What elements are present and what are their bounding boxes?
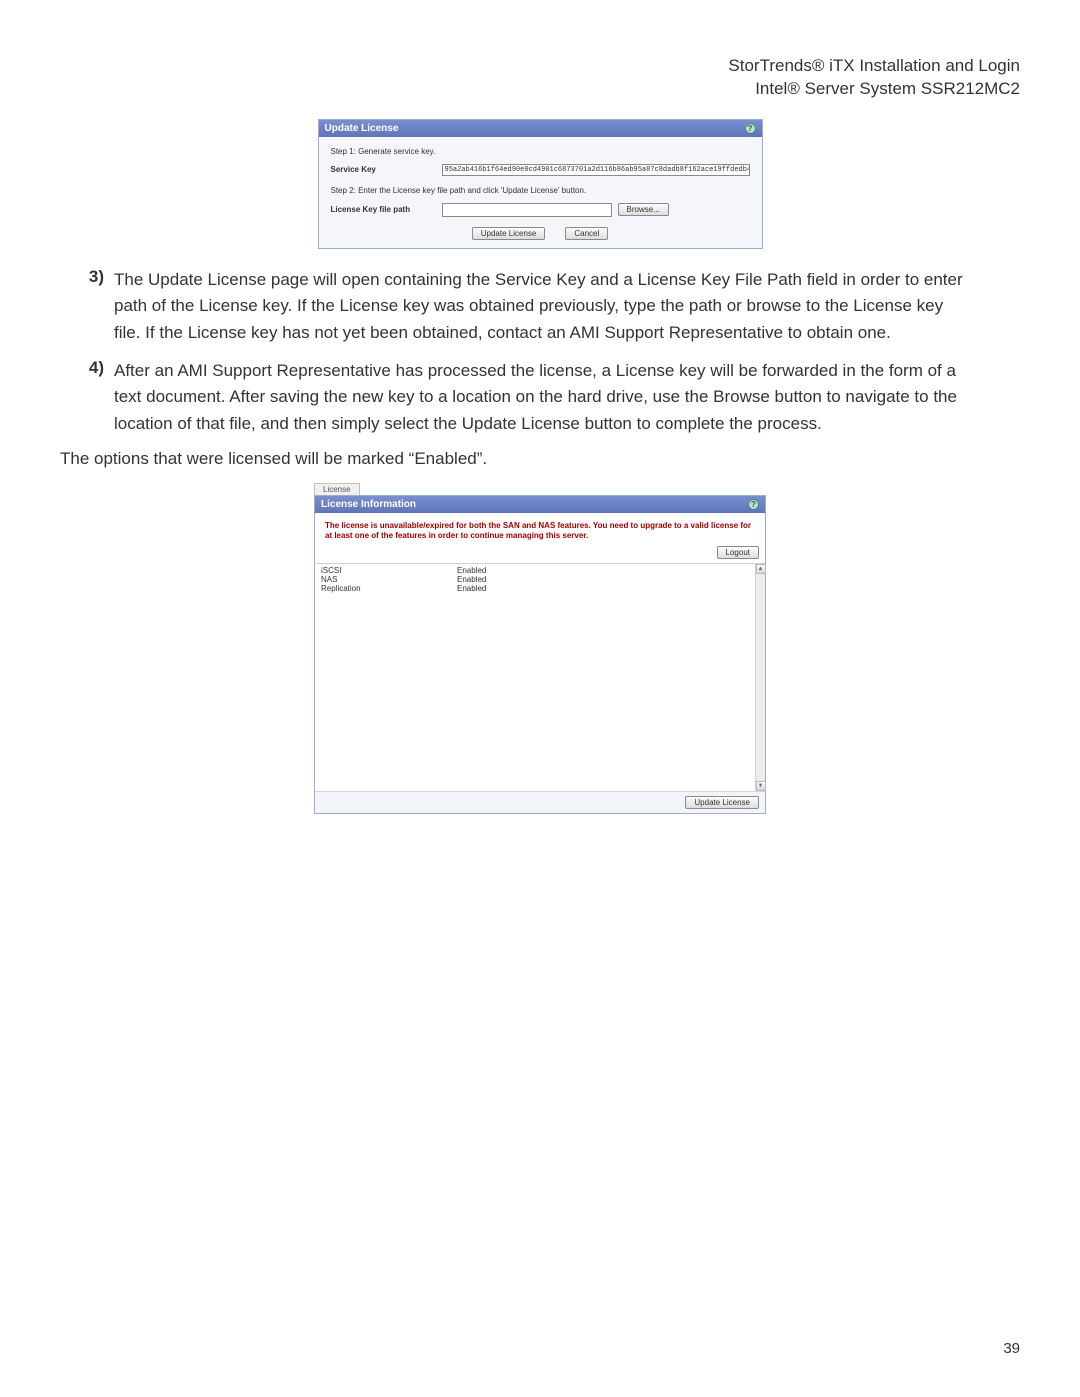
list-item-3-text: The Update License page will open contai… xyxy=(114,267,970,346)
feature-status: Enabled xyxy=(457,575,486,584)
list-item-4-number: 4) xyxy=(88,358,114,437)
license-info-titlebar: License Information ? xyxy=(315,496,765,513)
license-info-panel: License Information ? The license is una… xyxy=(314,495,766,814)
update-license-titlebar: Update License ? xyxy=(319,120,762,137)
license-warning-text: The license is unavailable/expired for b… xyxy=(315,513,765,546)
doc-header: StorTrends® iTX Installation and Login I… xyxy=(60,55,1020,101)
feature-name: Replication xyxy=(321,584,457,593)
feature-row-nas: NAS Enabled xyxy=(321,575,765,584)
scrollbar[interactable]: ▲ ▼ xyxy=(755,564,765,791)
help-icon[interactable]: ? xyxy=(745,123,756,134)
license-tab[interactable]: License xyxy=(314,483,360,495)
update-license-title: Update License xyxy=(325,123,399,134)
cancel-button[interactable]: Cancel xyxy=(565,227,608,240)
scroll-up-icon[interactable]: ▲ xyxy=(756,564,766,574)
page-number: 39 xyxy=(1003,1340,1020,1357)
feature-row-iscsi: iSCSI Enabled xyxy=(321,566,765,575)
options-enabled-text: The options that were licensed will be m… xyxy=(60,449,1020,469)
scroll-down-icon[interactable]: ▼ xyxy=(756,781,766,791)
list-item-4-text: After an AMI Support Representative has … xyxy=(114,358,970,437)
step2-text: Step 2: Enter the License key file path … xyxy=(331,186,750,195)
service-key-label: Service Key xyxy=(331,165,436,174)
feature-name: NAS xyxy=(321,575,457,584)
header-line-1: StorTrends® iTX Installation and Login xyxy=(60,55,1020,78)
feature-status: Enabled xyxy=(457,566,486,575)
list-item-3: 3) The Update License page will open con… xyxy=(88,267,970,346)
service-key-value: 95a2ab416b1f64ed90e0cd4901c6873701a2d116… xyxy=(442,164,750,176)
update-license-button[interactable]: Update License xyxy=(472,227,546,240)
update-license-button[interactable]: Update License xyxy=(685,796,759,809)
header-line-2: Intel® Server System SSR212MC2 xyxy=(60,78,1020,101)
list-item-3-number: 3) xyxy=(88,267,114,346)
license-path-input[interactable] xyxy=(442,203,612,217)
license-path-label: License Key file path xyxy=(331,205,436,214)
feature-status: Enabled xyxy=(457,584,486,593)
update-license-panel: Update License ? Step 1: Generate servic… xyxy=(318,119,763,249)
feature-name: iSCSI xyxy=(321,566,457,575)
license-info-title: License Information xyxy=(321,499,416,510)
logout-button[interactable]: Logout xyxy=(717,546,759,559)
list-item-4: 4) After an AMI Support Representative h… xyxy=(88,358,970,437)
browse-button[interactable]: Browse... xyxy=(618,203,669,216)
help-icon[interactable]: ? xyxy=(748,499,759,510)
feature-row-replication: Replication Enabled xyxy=(321,584,765,593)
step1-text: Step 1: Generate service key. xyxy=(331,147,750,156)
feature-list: iSCSI Enabled NAS Enabled Replication En… xyxy=(315,563,765,791)
